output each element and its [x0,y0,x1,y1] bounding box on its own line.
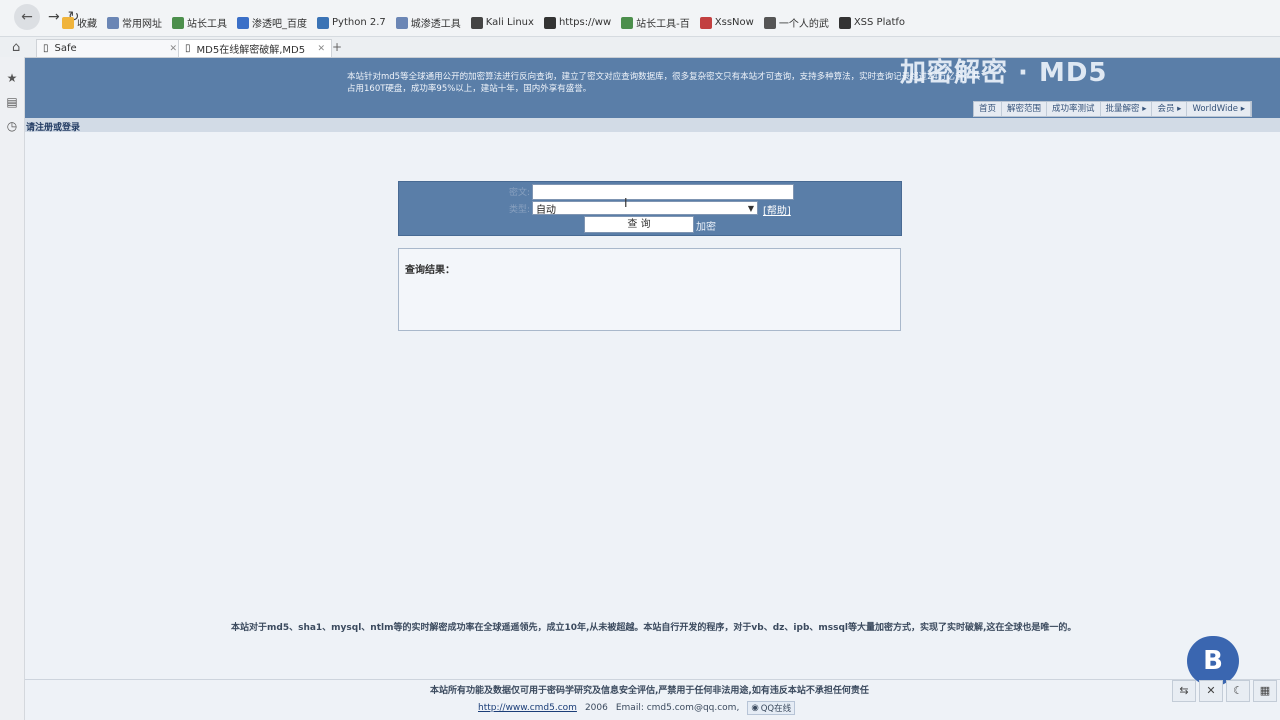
header-description: 本站针对md5等全球通用公开的加密算法进行反向查询，建立了密文对应查询数据库，很… [347,72,981,94]
page-icon: ▯ [43,43,49,54]
star-icon [62,16,74,29]
type-select[interactable]: 自动 ▼ [532,201,758,216]
type-label: 类型: [509,205,531,215]
cipher-input[interactable] [532,184,794,200]
header-nav: 首页 解密范围 成功率测试 批量解密 ▸ 会员 ▸ WorldWide ▸ [972,101,1252,117]
nav-item[interactable]: 解密范围 [1002,102,1047,116]
tab-label: MD5在线解密破解,MD5 [196,45,306,56]
nav-item[interactable]: 首页 [974,102,1002,116]
close-icon[interactable]: ✕ [1199,680,1223,702]
bookmark-label: 收藏 [77,19,97,30]
tab-md5[interactable]: ▯ MD5在线解密破解,MD5 ✕ [178,39,332,57]
site-url-link[interactable]: http://www.cmd5.com [478,703,577,713]
bookmark-item[interactable]: 站长工具 [172,15,227,30]
bookmark-label: 常用网址 [122,19,162,30]
bookmark-item[interactable]: Kali Linux [470,15,534,30]
bookmark-item[interactable]: 站长工具-百 [621,15,690,30]
site-header: 加密解密 · MD5 本站针对md5等全球通用公开的加密算法进行反向查询，建立了… [25,58,1280,118]
tool-icon [172,16,184,29]
query-button[interactable]: 查 询 [584,216,694,233]
bookmark-item[interactable]: XssNow [699,15,754,30]
encrypt-button[interactable]: 加密 [696,218,716,233]
nav-item[interactable]: 成功率测试 [1047,102,1101,116]
result-title: 查询结果： [405,265,455,276]
x-icon [699,16,712,29]
bookmark-label: Kali Linux [485,17,534,28]
history-icon[interactable]: ◷ [5,119,19,133]
folder-icon [107,16,119,29]
cipher-label: 密文: [509,188,531,198]
nav-item[interactable]: 批量解密 ▸ [1101,102,1153,116]
tab-label: Safe [54,43,77,54]
close-icon[interactable]: ✕ [169,44,177,54]
bookmark-item[interactable]: 收藏 [62,15,97,30]
result-panel: 查询结果： [398,248,901,331]
xss-icon [838,16,851,29]
new-tab-icon[interactable]: + [332,40,342,54]
bookmark-label: 渗透吧_百度 [252,19,307,30]
bookmark-label: https://ww [558,17,612,28]
login-link[interactable]: 请注册或登录 [26,120,80,133]
star-icon[interactable]: ★ [5,71,19,85]
folder-icon [395,16,408,29]
qq-online-button[interactable]: ◉ QQ在线 [747,701,796,715]
footer-disclaimer: 本站所有功能及数据仅可用于密码学研究及信息安全评估,严禁用于任何非法用途,如有违… [430,686,869,696]
share-icon[interactable]: ⇆ [1172,680,1196,702]
python-icon [317,16,329,29]
browser-toolbar: ← → ↻ 收藏常用网址站长工具渗透吧_百度Python 2.7城渗透工具Kal… [0,0,1280,37]
bookmark-label: 站长工具 [187,19,227,30]
footer-intro: 本站对于md5、sha1、mysql、ntlm等的实时解密成功率在全球遥遥领先，… [231,623,1077,633]
tab-safe[interactable]: ▯ Safe ✕ [36,39,184,57]
page-icon: ▯ [185,43,191,54]
qq-label: QQ在线 [760,704,792,714]
divider [25,679,1280,680]
side-rail: ★ ▤ ◷ [0,57,25,720]
bookmark-label: Python 2.7 [332,17,386,28]
kali-icon [470,16,483,29]
footer-email: Email: cmd5.com@qq.com, [615,703,740,713]
bookmark-label: 城渗透工具 [410,19,461,30]
bookmark-label: XSS Platfo [853,17,906,28]
text-cursor-icon: I [624,196,628,210]
f-icon [763,16,776,29]
help-link[interactable]: [帮助] [763,202,791,217]
page-icon [543,16,556,29]
paw-icon [237,16,249,29]
notes-icon[interactable]: ▤ [5,95,19,109]
home-icon[interactable]: ⌂ [12,40,20,55]
footer-contact: http://www.cmd5.com 2006 Email: cmd5.com… [478,701,796,715]
bookmarks-bar: 收藏 常用网址 站长工具 渗透吧_百度 Python 2.7 城渗透工具 Kali Linu… [62,15,905,30]
grid-icon[interactable]: ▦ [1253,680,1277,702]
chevron-down-icon: ▼ [747,204,754,213]
close-icon[interactable]: ✕ [317,44,325,54]
bookmark-item[interactable]: 一个人的武 [763,15,829,30]
bookmark-item[interactable]: XSS Platfo [838,15,906,30]
bookmark-item[interactable]: 城渗透工具 [395,15,461,30]
bookmark-label: 一个人的武 [778,19,829,30]
bookmark-label: XssNow [714,17,754,28]
type-selected: 自动 [536,204,556,216]
query-form: 密文: 类型: 自动 ▼ [帮助] 查 询 加密 [398,181,902,236]
footer-year: 2006 [584,703,608,713]
bookmark-item[interactable]: https://ww [543,15,612,30]
back-button[interactable]: ← [14,4,40,30]
qq-icon: ◉ [751,703,759,713]
tool-icon [621,16,634,29]
forward-icon[interactable]: → [48,9,60,25]
floating-logo[interactable]: B [1187,636,1239,686]
bookmark-item[interactable]: Python 2.7 [317,15,386,30]
sub-bar [25,118,1280,132]
moon-icon[interactable]: ☾ [1226,680,1250,702]
bookmark-item[interactable]: 渗透吧_百度 [237,15,307,30]
bookmark-item[interactable]: 常用网址 [107,15,162,30]
nav-item[interactable]: 会员 ▸ [1152,102,1188,116]
bookmark-label: 站长工具-百 [636,19,690,30]
nav-item[interactable]: WorldWide ▸ [1187,102,1251,116]
